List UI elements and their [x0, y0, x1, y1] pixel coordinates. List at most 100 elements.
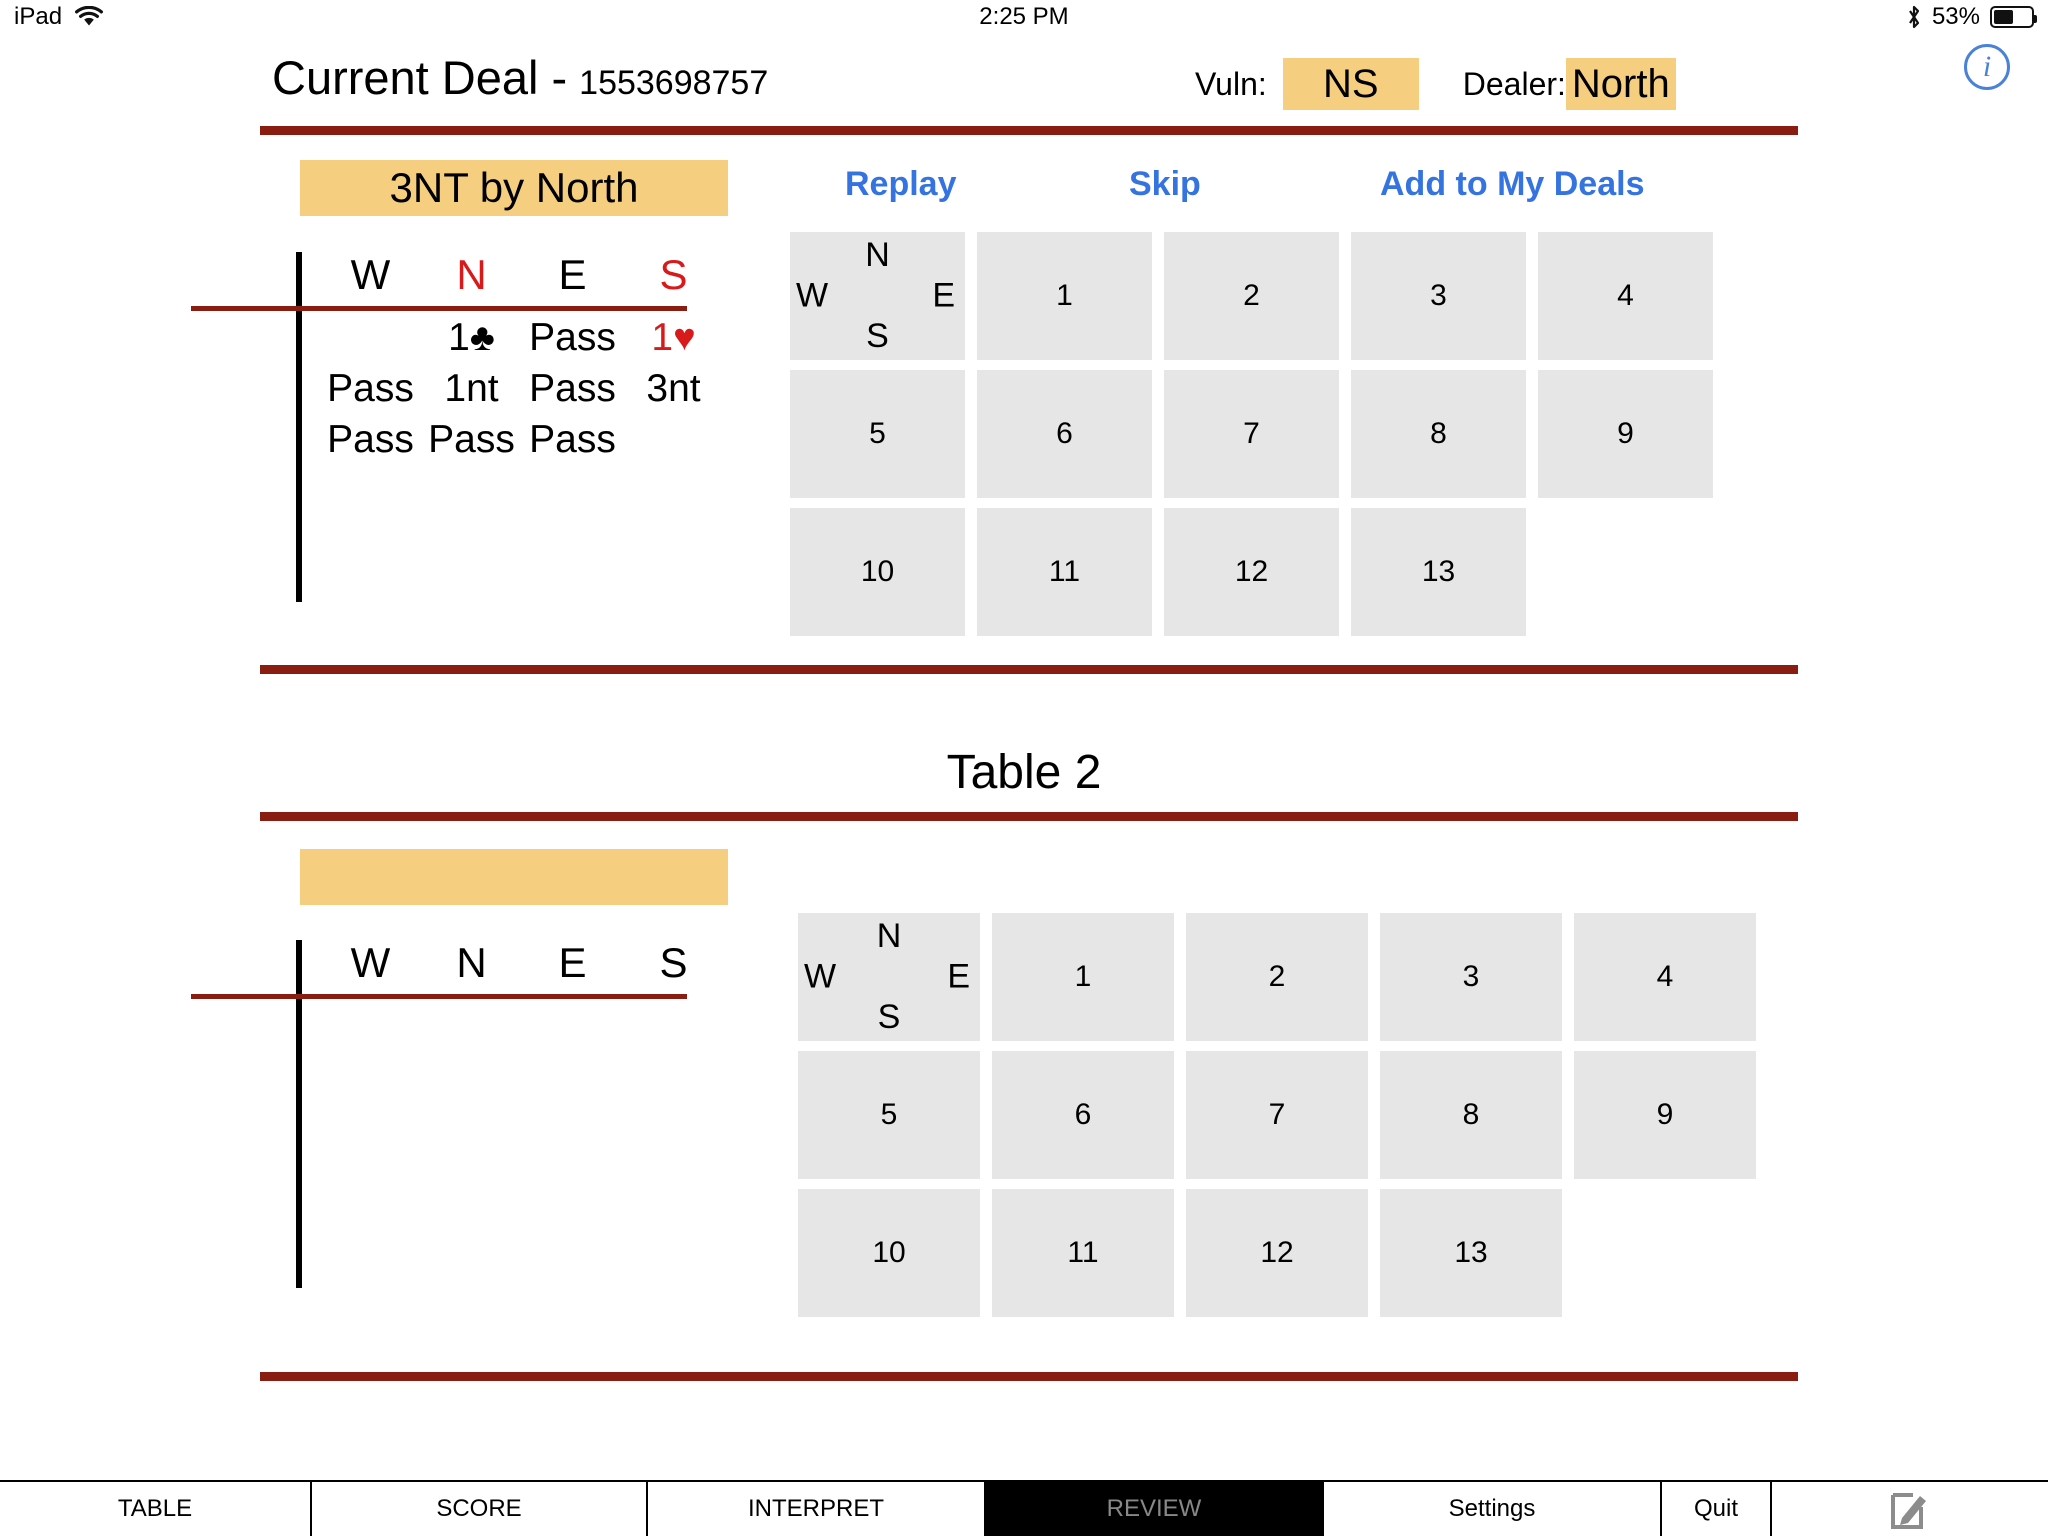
tab-interpret-label: INTERPRET	[747, 1495, 884, 1522]
table2-trick-grid: N E S W 1 2 3 4 5 6 7 8 9 10 11 12 13	[798, 913, 1756, 1317]
bid-cell: 1 ♥	[651, 315, 696, 359]
bidding-header-e: E	[558, 939, 587, 986]
bidding-header-s: S	[659, 939, 688, 986]
trick-cell-4[interactable]: 4	[1574, 913, 1756, 1041]
bidding-header-n: N	[456, 251, 487, 298]
trick-cell-empty	[1574, 1189, 1756, 1317]
status-bar: iPad 2:25 PM 53%	[0, 0, 2048, 34]
trick-cell-4[interactable]: 4	[1538, 232, 1713, 360]
table1-contract-box[interactable]: 3NT by North	[300, 160, 728, 216]
compass-s: S	[877, 998, 901, 1036]
trick-cell-9[interactable]: 9	[1574, 1051, 1756, 1179]
page-title-label: Current Deal -	[272, 51, 568, 104]
trick-cell-8[interactable]: 8	[1380, 1051, 1562, 1179]
trick-cell-13[interactable]: 13	[1351, 508, 1526, 636]
table2-title: Table 2	[946, 746, 1102, 799]
vuln-label: Vuln:	[1195, 65, 1267, 102]
trick-cell-13[interactable]: 13	[1380, 1189, 1562, 1317]
trick-cell-11[interactable]: 11	[992, 1189, 1174, 1317]
bid-cell: Pass	[529, 315, 616, 359]
trick-cell-10[interactable]: 10	[798, 1189, 980, 1317]
status-bar-time: 2:25 PM	[979, 3, 1069, 30]
status-bar-right: 53%	[1906, 3, 2037, 31]
replay-button[interactable]: Replay	[845, 165, 957, 204]
trick-cell-5[interactable]: 5	[798, 1051, 980, 1179]
bid-cell: 1nt	[444, 366, 499, 410]
trick-cell-3[interactable]: 3	[1351, 232, 1526, 360]
tab-score[interactable]: SCORE	[312, 1482, 648, 1536]
bid-cell	[320, 312, 421, 363]
compass-w: W	[804, 957, 837, 996]
bluetooth-icon	[1906, 4, 1922, 30]
tab-quit[interactable]: Quit	[1662, 1482, 1772, 1536]
tab-interpret[interactable]: INTERPRET	[648, 1482, 986, 1536]
bidding-header-w: W	[350, 251, 391, 298]
bidding-vertical-line	[296, 252, 302, 602]
page-title: Current Deal - 1553698757	[272, 50, 768, 105]
tab-review-label: REVIEW	[1106, 1495, 1202, 1522]
battery-icon	[1990, 6, 2037, 28]
compose-pencil-icon	[1889, 1487, 1931, 1531]
compass-n: N	[876, 917, 902, 955]
tab-score-label: SCORE	[436, 1495, 522, 1522]
trick-cell-3[interactable]: 3	[1380, 913, 1562, 1041]
bid-cell: Pass	[529, 417, 616, 461]
trick-cell-5[interactable]: 5	[790, 370, 965, 498]
bid-cell: Pass	[327, 417, 414, 461]
tab-settings[interactable]: Settings	[1324, 1482, 1662, 1536]
bidding-header-s: S	[659, 251, 688, 298]
trick-cell-12[interactable]: 12	[1164, 508, 1339, 636]
trick-cell-7[interactable]: 7	[1186, 1051, 1368, 1179]
table1-bidding-headers: WNES	[320, 248, 724, 302]
bidding-header-n: N	[456, 939, 487, 986]
trick-cell-2[interactable]: 2	[1164, 232, 1339, 360]
skip-button[interactable]: Skip	[1129, 165, 1201, 204]
info-icon-glyph: i	[1982, 50, 1992, 83]
tab-quit-label: Quit	[1693, 1495, 1738, 1522]
heart-suit-icon: ♥	[673, 316, 696, 359]
tab-review[interactable]: REVIEW	[986, 1482, 1324, 1536]
bidding-header-e: E	[558, 251, 587, 298]
tab-table[interactable]: TABLE	[0, 1482, 312, 1536]
table2-contract-box[interactable]	[300, 849, 728, 905]
vulnerability-dealer-group: Vuln: NS Dealer: North	[1195, 58, 1676, 110]
trick-cell-11[interactable]: 11	[977, 508, 1152, 636]
trick-cell-10[interactable]: 10	[790, 508, 965, 636]
compass-cell: NESW	[790, 232, 965, 360]
trick-cell-8[interactable]: 8	[1351, 370, 1526, 498]
table2-top-divider	[260, 812, 1798, 821]
bidding-header-underline	[191, 306, 687, 311]
bid-cell: Pass	[529, 366, 616, 410]
compass-cell: NESW	[798, 913, 980, 1041]
tab-settings-label: Settings	[1448, 1495, 1536, 1522]
bid-cell: Pass	[428, 417, 515, 461]
deal-number: 1553698757	[579, 64, 769, 102]
battery-percent: 53%	[1931, 3, 1980, 30]
bid-cell: 1 ♣	[448, 315, 495, 359]
compass-s: S	[866, 317, 889, 355]
info-icon[interactable]: i	[1964, 44, 2010, 90]
trick-cell-2[interactable]: 2	[1186, 913, 1368, 1041]
bottom-toolbar: TABLE SCORE INTERPRET REVIEW Settings Qu…	[0, 1480, 2048, 1536]
trick-cell-1[interactable]: 1	[977, 232, 1152, 360]
trick-cell-1[interactable]: 1	[992, 913, 1174, 1041]
tab-table-label: TABLE	[117, 1495, 193, 1522]
bid-cell: Pass	[327, 366, 414, 410]
bidding-header-underline	[191, 994, 687, 999]
app-root: iPad 2:25 PM 53% Current Deal - 15536987…	[0, 0, 2048, 1536]
trick-cell-9[interactable]: 9	[1538, 370, 1713, 498]
trick-cell-7[interactable]: 7	[1164, 370, 1339, 498]
bid-cell	[623, 414, 724, 465]
table1-bottom-divider	[260, 665, 1798, 674]
header-divider	[260, 126, 1798, 135]
table1-bidding-rows: 1 ♣ Pass 1 ♥ Pass 1nt Pass 3nt Pass Pass Pass	[320, 312, 724, 465]
dealer-value: North	[1565, 58, 1676, 110]
trick-cell-6[interactable]: 6	[977, 370, 1152, 498]
table2-bidding-headers: WNES	[320, 936, 724, 990]
bid-cell: 3nt	[646, 366, 701, 410]
trick-cell-12[interactable]: 12	[1186, 1189, 1368, 1317]
compose-button[interactable]	[1772, 1482, 2048, 1536]
add-to-my-deals-button[interactable]: Add to My Deals	[1380, 165, 1644, 204]
trick-cell-6[interactable]: 6	[992, 1051, 1174, 1179]
bidding-header-w: W	[350, 939, 391, 986]
